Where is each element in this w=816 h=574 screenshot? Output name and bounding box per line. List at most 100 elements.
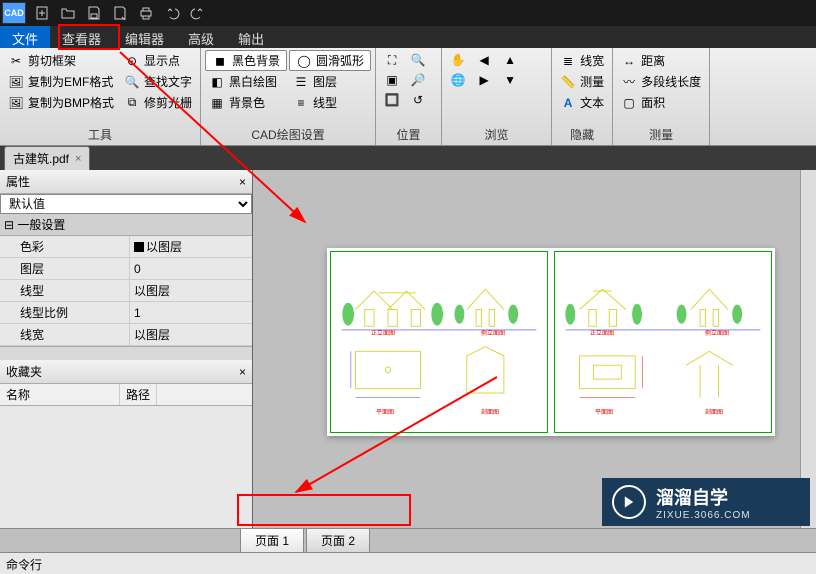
- prop-row-lineweight[interactable]: 线宽以图层: [0, 324, 252, 346]
- menu-viewer[interactable]: 查看器: [50, 26, 113, 48]
- menu-file[interactable]: 文件: [0, 26, 50, 48]
- btn-distance[interactable]: ↔距离: [617, 50, 705, 71]
- btn-smooth-arc[interactable]: ◯圆滑弧形: [289, 50, 371, 71]
- btn-cut-frame[interactable]: ✂剪切框架: [4, 50, 118, 71]
- btn-zoom-in[interactable]: 🔍: [406, 50, 430, 70]
- menu-output[interactable]: 输出: [226, 26, 276, 48]
- qat-open[interactable]: [56, 3, 80, 23]
- qat-saveas[interactable]: [108, 3, 132, 23]
- left-panel: 属性 × 默认值 ⊟ 一般设置 色彩以图层 图层0 线型以图层 线型比例1 线宽…: [0, 170, 253, 528]
- prop-row-layer[interactable]: 图层0: [0, 258, 252, 280]
- crop-icon: ⧉: [124, 95, 140, 111]
- label: 复制为EMF格式: [28, 73, 113, 90]
- group-label-position: 位置: [380, 124, 437, 145]
- favorites-title: 收藏夹: [6, 363, 42, 380]
- property-grid: ⊟ 一般设置 色彩以图层 图层0 线型以图层 线型比例1 线宽以图层: [0, 214, 252, 346]
- btn-zoom-window[interactable]: 🔲: [380, 90, 404, 110]
- btn-nav-up[interactable]: ▲: [498, 50, 522, 70]
- btn-bw-draw[interactable]: ◧黑白绘图: [205, 71, 287, 92]
- prop-row-ltscale[interactable]: 线型比例1: [0, 302, 252, 324]
- btn-zoom-prev[interactable]: ↺: [406, 90, 430, 110]
- vertical-scrollbar[interactable]: [800, 170, 816, 528]
- drawing-canvas[interactable]: 正立面图 侧立面图 平面图 剖面图: [253, 170, 816, 528]
- btn-area[interactable]: ▢面积: [617, 92, 705, 113]
- favorites-panel: 名称 路径: [0, 384, 252, 528]
- label: 测量: [580, 73, 604, 90]
- btn-lineweight[interactable]: ≣线宽: [556, 50, 608, 71]
- default-combo[interactable]: 默认值: [0, 194, 252, 214]
- app-icon: CAD: [2, 2, 26, 24]
- menu-bar: 文件 查看器 编辑器 高级 输出: [0, 26, 816, 48]
- label: 修剪光栅: [144, 94, 192, 111]
- select-all-icon: ▣: [384, 72, 400, 88]
- btn-layers[interactable]: ☰图层: [289, 71, 371, 92]
- bgcolor-icon: ▦: [209, 95, 225, 111]
- btn-copy-bmp[interactable]: 🖼复制为BMP格式: [4, 92, 118, 113]
- command-line[interactable]: 命令行: [0, 552, 816, 574]
- btn-zoom-extents[interactable]: ⛶: [380, 50, 404, 70]
- btn-show-points[interactable]: ⊙显示点: [120, 50, 196, 71]
- label: 黑白绘图: [229, 73, 277, 90]
- qat-print[interactable]: [134, 3, 158, 23]
- btn-nav-left[interactable]: ◀: [472, 50, 496, 70]
- close-icon[interactable]: ×: [75, 153, 81, 165]
- label: 图层: [313, 73, 337, 90]
- properties-title: 属性: [6, 173, 30, 190]
- document-tab-name: 古建筑.pdf: [13, 150, 69, 167]
- btn-measure[interactable]: 📏测量: [556, 71, 608, 92]
- btn-bg-color[interactable]: ▦背景色: [205, 92, 287, 113]
- btn-copy-emf[interactable]: 🖼复制为EMF格式: [4, 71, 118, 92]
- lineweight-icon: ≣: [560, 53, 576, 69]
- btn-nav-right[interactable]: ▶: [472, 70, 496, 90]
- btn-orbit[interactable]: 🌐: [446, 70, 470, 90]
- fav-col-path[interactable]: 路径: [120, 384, 157, 405]
- btn-trim-raster[interactable]: ⧉修剪光栅: [120, 92, 196, 113]
- ribbon-group-browse: ✋ 🌐 ◀ ▶ ▲ ▼ 浏览: [442, 48, 552, 145]
- favorites-header: 收藏夹 ×: [0, 360, 252, 384]
- properties-header: 属性 ×: [0, 170, 252, 194]
- watermark-url: ZIXUE.3066.COM: [656, 510, 751, 521]
- label: 线型: [313, 94, 337, 111]
- distance-icon: ↔: [621, 53, 637, 69]
- zoom-window-icon: 🔲: [384, 92, 400, 108]
- page-preview: 正立面图 侧立面图 平面图 剖面图: [327, 248, 775, 436]
- btn-linetype[interactable]: ≡线型: [289, 92, 371, 113]
- nav-right-icon: ▶: [476, 72, 492, 88]
- label: 复制为BMP格式: [28, 94, 114, 111]
- qat-redo[interactable]: [186, 3, 210, 23]
- page-tab-2[interactable]: 页面 2: [306, 528, 370, 552]
- prop-category[interactable]: ⊟ 一般设置: [0, 214, 252, 236]
- document-tab-bar: 古建筑.pdf ×: [0, 146, 816, 170]
- btn-select-all[interactable]: ▣: [380, 70, 404, 90]
- btn-nav-down[interactable]: ▼: [498, 70, 522, 90]
- menu-editor[interactable]: 编辑器: [113, 26, 176, 48]
- btn-polyline-length[interactable]: 〰多段线长度: [617, 71, 705, 92]
- document-tab[interactable]: 古建筑.pdf ×: [4, 146, 90, 170]
- zoom-in-icon: 🔍: [410, 52, 426, 68]
- qat-save[interactable]: [82, 3, 106, 23]
- btn-find-text[interactable]: 🔍查找文字: [120, 71, 196, 92]
- qat-undo[interactable]: [160, 3, 184, 23]
- prop-row-color[interactable]: 色彩以图层: [0, 236, 252, 258]
- panel-close-icon[interactable]: ×: [239, 365, 246, 379]
- page-tab-1[interactable]: 页面 1: [240, 528, 304, 552]
- panel-close-icon[interactable]: ×: [239, 175, 246, 189]
- btn-zoom-out[interactable]: 🔎: [406, 70, 430, 90]
- nav-up-icon: ▲: [502, 52, 518, 68]
- measure-icon: 📏: [560, 74, 576, 90]
- fav-col-name[interactable]: 名称: [0, 384, 120, 405]
- btn-black-bg[interactable]: ◼黑色背景: [205, 50, 287, 71]
- prop-row-linetype[interactable]: 线型以图层: [0, 280, 252, 302]
- btn-pan[interactable]: ✋: [446, 50, 470, 70]
- linetype-icon: ≡: [293, 95, 309, 111]
- scissors-icon: ✂: [8, 53, 24, 69]
- ribbon-group-hide: ≣线宽 📏测量 A文本 隐藏: [552, 48, 613, 145]
- menu-advanced[interactable]: 高级: [176, 26, 226, 48]
- label: 显示点: [144, 52, 180, 69]
- btn-text[interactable]: A文本: [556, 92, 608, 113]
- watermark: 溜溜自学 ZIXUE.3066.COM: [602, 478, 810, 526]
- label: 文本: [580, 94, 604, 111]
- prop-scrollbar[interactable]: [0, 346, 252, 360]
- watermark-brand: 溜溜自学: [656, 484, 751, 510]
- qat-new[interactable]: [30, 3, 54, 23]
